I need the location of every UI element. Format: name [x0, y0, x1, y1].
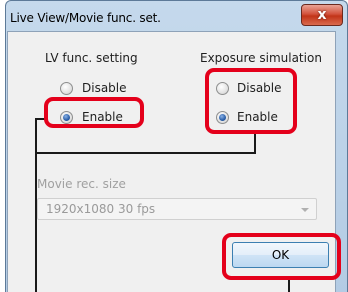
- movie-size-value: 1920x1080 30 fps: [46, 202, 156, 216]
- close-button[interactable]: x: [301, 4, 343, 26]
- chevron-down-icon: [301, 208, 309, 212]
- highlight-exposure-simulation: [205, 68, 297, 134]
- window-title: Live View/Movie func. set.: [10, 11, 161, 25]
- callout-line-ok-vertical: [288, 280, 290, 292]
- movie-size-heading: Movie rec. size: [37, 177, 126, 191]
- lv-disable-radio[interactable]: [60, 82, 73, 95]
- callout-line-exposure-horizontal: [35, 152, 256, 154]
- lv-func-heading: LV func. setting: [45, 51, 138, 65]
- highlight-lv-enable: [44, 97, 144, 128]
- lv-disable-label[interactable]: Disable: [82, 81, 127, 95]
- callout-line-lv-vertical: [35, 118, 37, 292]
- exposure-sim-heading: Exposure simulation: [200, 51, 322, 65]
- callout-line-exposure-vertical: [254, 132, 256, 154]
- close-icon: x: [317, 7, 327, 23]
- highlight-ok-button: [222, 233, 341, 280]
- movie-size-select[interactable]: 1920x1080 30 fps: [37, 198, 317, 220]
